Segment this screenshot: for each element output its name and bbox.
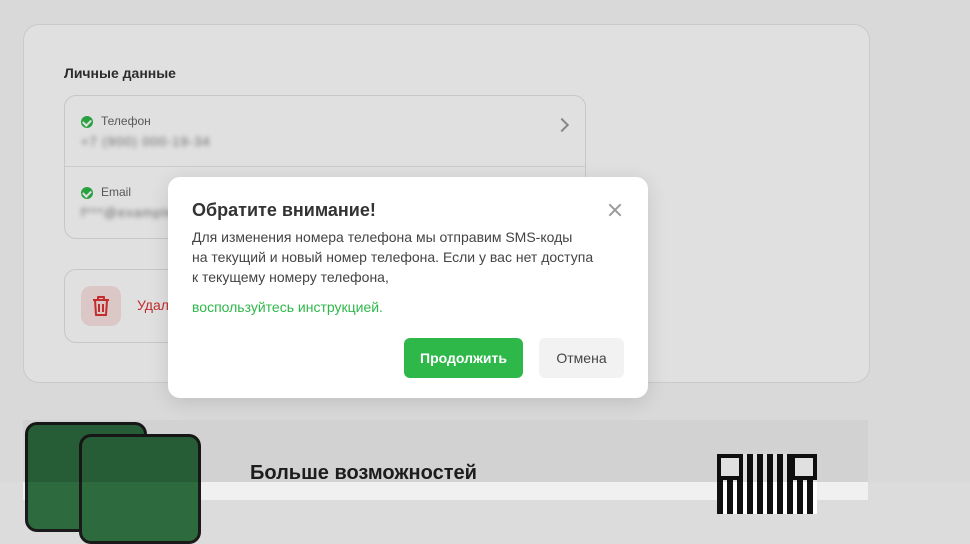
instruction-link[interactable]: воспользуйтесь инструкцией.: [192, 299, 383, 315]
continue-button[interactable]: Продолжить: [404, 338, 523, 378]
close-icon[interactable]: [606, 201, 624, 219]
modal-message-line: к текущему номеру телефона,: [192, 269, 389, 285]
modal-message: Для изменения номера телефона мы отправи…: [192, 227, 632, 287]
attention-modal: Обратите внимание! Для изменения номера …: [168, 177, 648, 398]
cancel-button[interactable]: Отмена: [539, 338, 624, 378]
modal-message-line: на текущий и новый номер телефона. Если …: [192, 249, 594, 265]
modal-message-line: Для изменения номера телефона мы отправи…: [192, 229, 573, 245]
modal-title: Обратите внимание!: [192, 200, 376, 220]
